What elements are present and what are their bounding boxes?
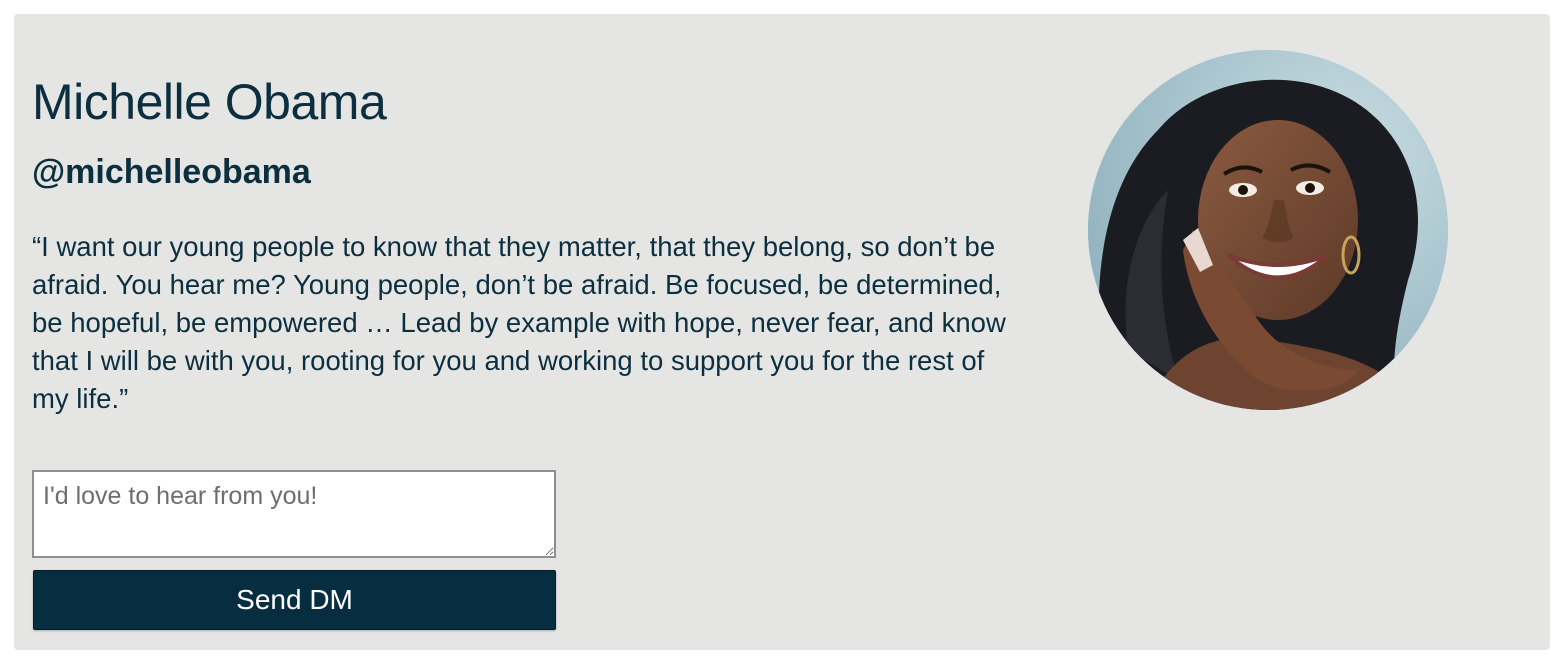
profile-quote: “I want our young people to know that th…: [32, 231, 1006, 414]
profile-card: Michelle Obama @michelleobama “I want ou…: [14, 14, 1550, 650]
dm-message-input[interactable]: [32, 470, 556, 558]
profile-handle: @michelleobama: [32, 153, 311, 191]
profile-avatar: [1088, 50, 1448, 410]
profile-name: Michelle Obama: [32, 74, 387, 130]
send-dm-button[interactable]: Send DM: [33, 570, 556, 630]
profile-photo-icon: [1088, 50, 1448, 410]
